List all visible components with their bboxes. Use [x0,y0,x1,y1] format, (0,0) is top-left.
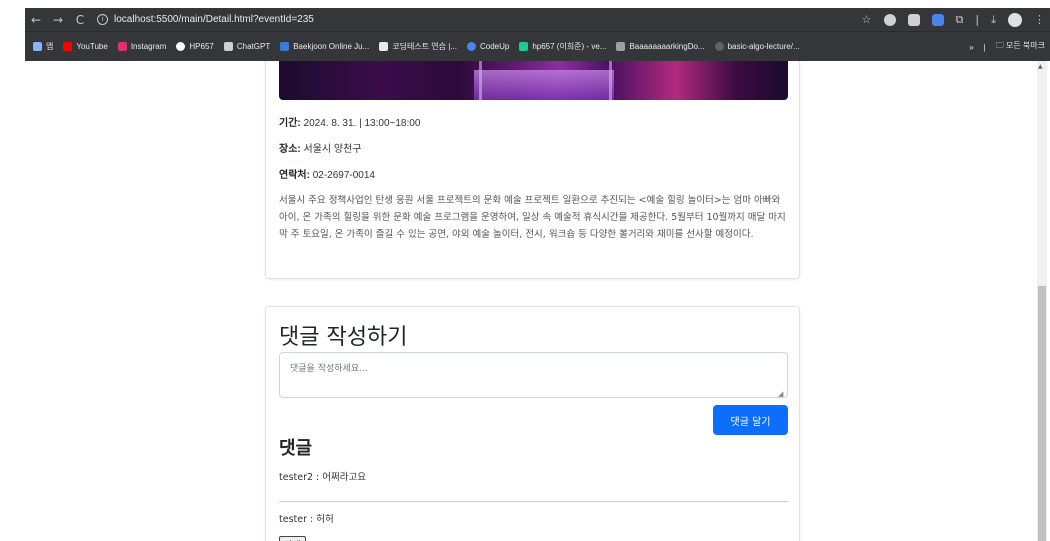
instagram-icon [117,42,127,51]
event-description: 서울시 주요 정책사업인 탄생 응원 서울 프로젝트의 문화 예술 프로젝트 일… [279,195,786,240]
site-info-icon[interactable]: i [97,14,108,25]
event-place: 장소: 서울시 양천구 [279,140,362,155]
comment-input[interactable] [279,352,788,398]
hero-light-beam [609,61,612,100]
scroll-up-arrow-icon[interactable]: ▲ [1038,63,1043,70]
menu-kebab-icon[interactable]: ⋮ [1034,13,1045,26]
bookmark-chatgpt[interactable]: ChatGPT [223,42,270,51]
resize-handle-icon[interactable]: ◢ [778,390,783,398]
bookmark-instagram[interactable]: Instagram [117,42,166,51]
comment-write-title: 댓글 작성하기 [279,325,408,350]
event-period: 기간: 2024. 8. 31. | 13:00~18:00 [279,114,420,129]
download-icon[interactable]: ⤓ [991,13,996,27]
contact-value: 02-2697-0014 [312,170,375,181]
all-bookmarks-button[interactable]: 🗀 모든 북마크 [996,40,1045,54]
submit-comment-button[interactable]: 댓글 달기 [713,405,788,435]
place-label: 장소: [279,144,301,155]
period-label: 기간: [279,118,301,129]
page-viewport: 기간: 2024. 8. 31. | 13:00~18:00 장소: 서울시 양… [25,61,1050,541]
extension-circle-icon[interactable] [883,13,896,26]
bookmarks-overflow-button[interactable]: » [969,43,973,52]
divider-icon: | [975,13,980,26]
comment-list-title: 댓글 [279,438,313,459]
contact-label: 연락처: [279,170,310,181]
bookmark-apps[interactable]: 앱 [33,41,53,52]
bookmark-hp657[interactable]: HP657 [176,42,214,51]
bookmarks-divider: | [983,42,986,52]
scrollbar-thumb[interactable] [1038,286,1046,541]
bookmark-baekjoon[interactable]: Baekjoon Online Ju... [280,42,369,51]
extensions-puzzle-icon[interactable]: ⧉ [956,13,964,27]
hero-stage-light [474,70,614,100]
velog-icon [519,42,529,51]
event-contact: 연락처: 02-2697-0014 [279,166,375,181]
comment-item: tester : 허허 [279,514,334,525]
event-hero-image [279,61,788,100]
github-repo-icon [714,42,724,51]
bookmark-basic-algo[interactable]: basic-algo-lecture/... [714,42,800,51]
bookmark-youtube[interactable]: YouTube [63,42,108,51]
page-scrollbar[interactable]: ▲ [1037,61,1047,541]
address-bar-row: ← → C i localhost:5500/main/Detail.html?… [25,8,1050,31]
youtube-icon [63,42,73,51]
browser-window: ← → C i localhost:5500/main/Detail.html?… [25,8,1050,541]
reload-icon[interactable]: C [69,8,91,31]
toolbar-right: ☆ ⧉ | ⤓ ⋮ [862,8,1045,31]
bookmarks-right: » | 🗀 모든 북마크 [969,32,1045,62]
comment-item: tester2 : 어쩌라고요 [279,472,366,483]
extension-check-icon[interactable] [931,13,944,26]
bookmark-velog[interactable]: hp657 (이희준) - ve... [519,41,606,52]
baekjoon-icon [280,42,290,51]
comment-divider [279,501,788,502]
forward-arrow-icon[interactable]: → [47,8,69,31]
apps-grid-icon [33,42,42,51]
extension-square-icon[interactable] [907,13,920,26]
folder-icon: 🗀 [995,41,1004,50]
barkingdog-icon [616,42,626,51]
comments-card: 댓글 작성하기 ◢ 댓글 달기 댓글 tester2 : 어쩌라고요 teste… [265,306,800,541]
back-arrow-icon[interactable]: ← [25,8,47,31]
bookmarks-bar: 앱 YouTube Instagram HP657 ChatGPT Baekjo… [25,31,1050,61]
delete-comment-button[interactable]: 삭제 [279,536,306,541]
bookmark-barkingdog[interactable]: BaaaaaaaarkingDo... [616,42,705,51]
bookmark-codeup[interactable]: CodeUp [466,42,509,51]
profile-avatar-icon[interactable] [1008,12,1022,27]
bookmark-programmers[interactable]: 코딩테스트 연습 |... [379,41,457,52]
codeup-icon [466,42,476,51]
hero-light-beam [479,61,482,100]
url-bar[interactable]: i localhost:5500/main/Detail.html?eventI… [97,14,314,25]
programmers-icon [379,42,389,51]
period-value: 2024. 8. 31. | 13:00~18:00 [303,118,421,129]
star-icon[interactable]: ☆ [862,13,872,26]
url-text: localhost:5500/main/Detail.html?eventId=… [114,14,314,25]
place-value: 서울시 양천구 [303,144,362,155]
github-icon [176,42,186,51]
chatgpt-icon [223,42,233,51]
event-detail-card: 기간: 2024. 8. 31. | 13:00~18:00 장소: 서울시 양… [265,61,800,279]
